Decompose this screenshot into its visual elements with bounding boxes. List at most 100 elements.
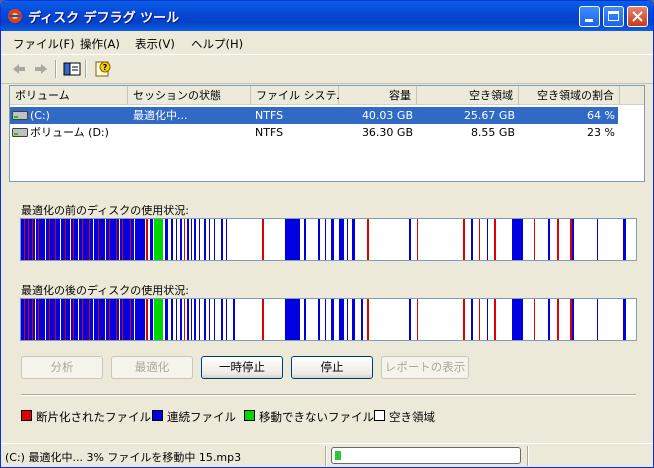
- cluster-block: [24, 299, 25, 340]
- cluster-block: [176, 219, 177, 260]
- legend-separator: [21, 394, 636, 396]
- title-bar[interactable]: ディスク デフラグ ツール: [1, 1, 653, 31]
- cluster-block: [82, 299, 83, 340]
- cluster-block: [494, 299, 496, 340]
- pause-button[interactable]: 一時停止: [201, 356, 283, 379]
- cluster-block: [49, 299, 50, 340]
- volume-name: (C:): [30, 109, 50, 122]
- cluster-block: [367, 299, 369, 340]
- cluster-block: [285, 219, 300, 260]
- menu-view[interactable]: 表示(V): [135, 36, 175, 52]
- volume-row-c[interactable]: (C:) 最適化中... NTFS 40.03 GB 25.67 GB 64 %: [10, 107, 618, 124]
- defragment-button[interactable]: 最適化: [111, 356, 193, 379]
- column-header-free-space[interactable]: 空き領域: [417, 86, 519, 105]
- cluster-block: [78, 219, 79, 260]
- analyze-button[interactable]: 分析: [21, 356, 103, 379]
- volume-row-d[interactable]: ボリューム (D:) NTFS 36.30 GB 8.55 GB 23 %: [10, 124, 618, 141]
- cluster-block: [494, 219, 496, 260]
- cluster-block: [204, 299, 206, 340]
- cluster-block: [285, 299, 300, 340]
- cluster-block: [570, 299, 572, 340]
- cluster-block: [471, 299, 473, 340]
- cluster-block: [339, 299, 344, 340]
- column-header-free-percent[interactable]: 空き領域の割合: [519, 86, 620, 105]
- cluster-block: [55, 219, 56, 260]
- cluster-block: [180, 219, 182, 260]
- cluster-block: [35, 219, 36, 260]
- toolbar-separator: [85, 60, 87, 78]
- column-header-capacity[interactable]: 容量: [339, 86, 417, 105]
- cluster-block: [45, 219, 46, 260]
- column-header-session-status[interactable]: セッションの状態: [128, 86, 251, 105]
- free-space: 25.67 GB: [463, 109, 515, 122]
- minimize-icon: [585, 19, 593, 22]
- cluster-block: [226, 219, 227, 260]
- cluster-block: [187, 219, 189, 260]
- minimize-button[interactable]: [579, 6, 600, 27]
- defrag-window: ディスク デフラグ ツール ファイル(F) 操作(A) 表示(V) ヘルプ(H): [0, 0, 654, 468]
- cluster-block: [119, 299, 120, 340]
- cluster-block: [38, 219, 39, 260]
- volume-list[interactable]: ボリューム セッションの状態 ファイル システム 容量 空き領域 空き領域の割合…: [9, 85, 645, 182]
- cluster-block: [352, 299, 355, 340]
- cluster-block: [105, 299, 106, 340]
- view-report-button[interactable]: レポートの表示: [381, 356, 469, 379]
- cluster-block: [60, 299, 61, 340]
- close-button[interactable]: [627, 6, 648, 27]
- toolbar-separator: [55, 60, 57, 78]
- maximize-icon: [608, 11, 619, 21]
- show-hide-console-tree-icon[interactable]: [62, 59, 82, 79]
- cluster-block: [70, 219, 71, 260]
- cluster-block: [199, 219, 200, 260]
- cluster-block: [73, 299, 74, 340]
- menu-help[interactable]: ヘルプ(H): [191, 36, 243, 52]
- cluster-block: [471, 219, 473, 260]
- forward-arrow-icon[interactable]: [31, 59, 51, 79]
- cluster-block: [534, 299, 535, 340]
- stop-button[interactable]: 停止: [291, 356, 373, 379]
- back-arrow-icon[interactable]: [9, 59, 29, 79]
- cluster-block: [557, 299, 559, 340]
- cluster-block: [479, 219, 480, 260]
- cluster-block: [597, 299, 598, 340]
- cluster-block: [141, 219, 145, 260]
- cluster-block: [70, 299, 71, 340]
- cluster-block: [194, 219, 196, 260]
- cluster-block: [98, 299, 99, 340]
- cluster-block: [199, 299, 200, 340]
- cluster-block: [73, 219, 74, 260]
- maximize-button[interactable]: [603, 6, 624, 27]
- status-text: (C:) 最適化中... 3% ファイルを移動中 15.mp3: [5, 451, 242, 464]
- cluster-block: [24, 219, 25, 260]
- close-icon: [632, 11, 643, 22]
- cluster-block: [93, 299, 94, 340]
- cluster-block: [89, 219, 90, 260]
- cluster-block: [89, 299, 90, 340]
- cluster-block: [347, 299, 348, 340]
- cluster-block: [65, 299, 66, 340]
- cluster-block: [122, 299, 123, 340]
- legend-unmovable-swatch: [244, 410, 255, 421]
- cluster-block: [28, 299, 29, 340]
- progress-fill: [335, 451, 341, 460]
- status-divider: [527, 446, 529, 466]
- menu-action[interactable]: 操作(A): [80, 36, 120, 52]
- cluster-block: [45, 299, 46, 340]
- help-icon[interactable]: ?: [93, 59, 113, 79]
- cluster-block: [534, 219, 535, 260]
- cluster-block: [171, 219, 173, 260]
- menu-file[interactable]: ファイル(F): [13, 36, 75, 52]
- cluster-block: [325, 299, 326, 340]
- cluster-block: [38, 299, 39, 340]
- cluster-block: [165, 219, 168, 260]
- before-usage-label: 最適化の前のディスクの使用状況:: [21, 204, 189, 217]
- cluster-block: [154, 219, 163, 260]
- column-header-volume[interactable]: ボリューム: [10, 86, 128, 105]
- cluster-block: [572, 219, 574, 260]
- cluster-block: [221, 219, 223, 260]
- cluster-block: [572, 299, 574, 340]
- column-header-file-system[interactable]: ファイル システム: [251, 86, 347, 105]
- status-divider: [325, 446, 327, 466]
- cluster-block: [331, 219, 334, 260]
- cluster-block: [548, 219, 550, 260]
